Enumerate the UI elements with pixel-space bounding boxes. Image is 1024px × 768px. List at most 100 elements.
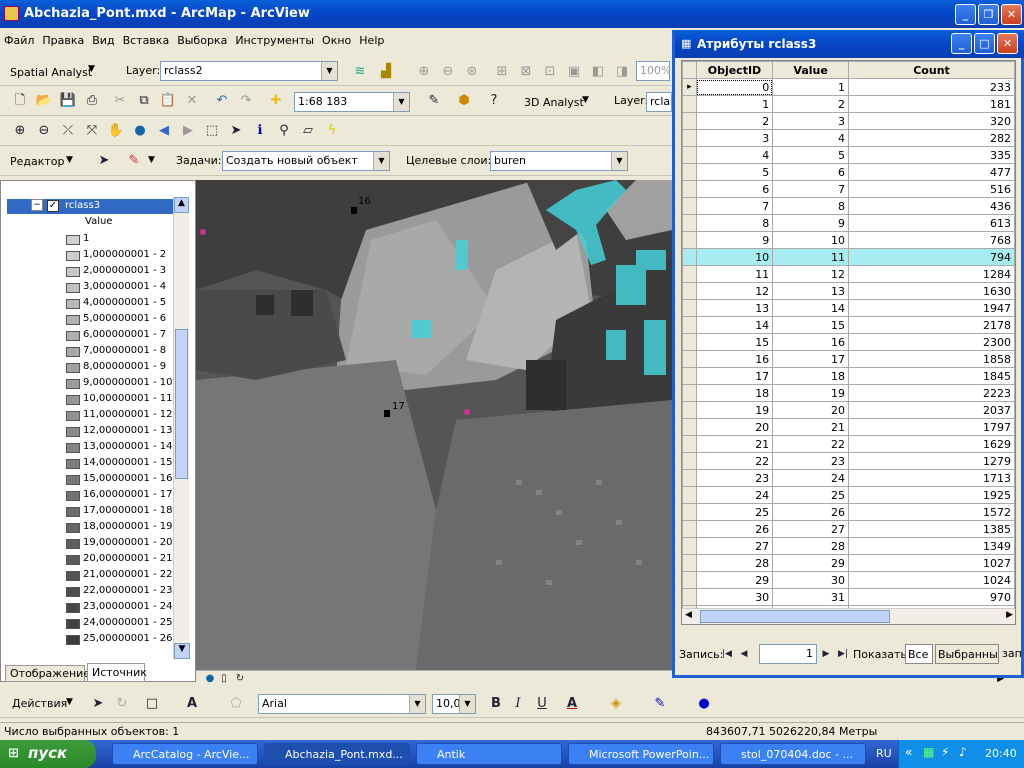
cell-value[interactable]: 16 bbox=[772, 333, 850, 351]
chevron-down-icon[interactable]: ▼ bbox=[88, 64, 95, 74]
cell-value[interactable]: 7 bbox=[772, 180, 850, 198]
dropdown-arrow-icon[interactable]: ▼ bbox=[393, 93, 409, 111]
cell-objectid[interactable]: 10 bbox=[695, 248, 774, 266]
cell-count[interactable]: 2037 bbox=[848, 401, 1015, 419]
scroll-up-icon[interactable]: ▲ bbox=[174, 197, 189, 213]
edit-vertices-icon[interactable]: ⬠ bbox=[226, 694, 246, 714]
cell-objectid[interactable]: 21 bbox=[695, 435, 774, 453]
table-row[interactable]: ▸ 0 1 233 bbox=[682, 78, 1015, 96]
cell-count[interactable]: 794 bbox=[848, 248, 1015, 266]
cell-count[interactable]: 233 bbox=[848, 78, 1015, 96]
cell-count[interactable]: 181 bbox=[848, 95, 1015, 113]
cell-value[interactable]: 5 bbox=[772, 146, 850, 164]
row-selector[interactable] bbox=[682, 452, 697, 470]
zoom-in-icon[interactable]: ⊕ bbox=[414, 62, 434, 82]
show-all-button[interactable]: Все bbox=[905, 644, 933, 664]
forward-icon[interactable]: ◨ bbox=[612, 62, 632, 82]
row-selector[interactable] bbox=[682, 299, 697, 317]
task-word-doc[interactable]: stol_070404.doc - ... bbox=[720, 743, 866, 765]
cell-count[interactable]: 335 bbox=[848, 146, 1015, 164]
scroll-thumb[interactable] bbox=[175, 329, 188, 479]
add-data-icon[interactable]: ✚ bbox=[266, 91, 286, 111]
row-selector[interactable] bbox=[682, 163, 697, 181]
font-size-select[interactable]: 10,0 ▼ bbox=[432, 694, 476, 714]
cell-count[interactable]: 516 bbox=[848, 180, 1015, 198]
cell-value[interactable]: 26 bbox=[772, 503, 850, 521]
underline-icon[interactable]: U bbox=[532, 694, 552, 714]
cell-count[interactable]: 436 bbox=[848, 197, 1015, 215]
chevron-down-icon[interactable]: ▼ bbox=[66, 155, 73, 165]
select-elements-icon[interactable]: ➤ bbox=[88, 694, 108, 714]
tab-display[interactable]: Отображение bbox=[5, 665, 90, 682]
forward-arrow-icon[interactable]: ▶ bbox=[178, 121, 198, 141]
cell-value[interactable]: 19 bbox=[772, 384, 850, 402]
table-row[interactable]: 11 12 1284 bbox=[682, 265, 1015, 283]
find-icon[interactable]: ⚲ bbox=[274, 121, 294, 141]
cell-count[interactable]: 1713 bbox=[848, 469, 1015, 487]
hyperlink-icon[interactable]: ϟ bbox=[322, 121, 342, 141]
delete-icon[interactable]: ✕ bbox=[182, 91, 202, 111]
new-document-icon[interactable]: 🗋 bbox=[10, 91, 30, 111]
collapse-icon[interactable]: − bbox=[31, 199, 43, 211]
row-selector[interactable] bbox=[682, 146, 697, 164]
attr-maximize-button[interactable]: □ bbox=[974, 33, 995, 54]
table-row[interactable]: 12 13 1630 bbox=[682, 282, 1015, 300]
table-row[interactable]: 20 21 1797 bbox=[682, 418, 1015, 436]
zoom-in-icon[interactable]: ⊕ bbox=[10, 121, 30, 141]
cell-objectid[interactable]: 4 bbox=[695, 146, 774, 164]
cell-count[interactable]: 1024 bbox=[848, 571, 1015, 589]
attr-minimize-button[interactable]: _ bbox=[951, 33, 972, 54]
table-row[interactable]: 22 23 1279 bbox=[682, 452, 1015, 470]
back-arrow-icon[interactable]: ◀ bbox=[154, 121, 174, 141]
scale-combo[interactable]: 1:68 183 ▼ bbox=[294, 92, 410, 112]
cell-count[interactable]: 1845 bbox=[848, 367, 1015, 385]
table-row[interactable]: 27 28 1349 bbox=[682, 537, 1015, 555]
print-icon[interactable]: ⎙ bbox=[82, 91, 102, 111]
edit-tool-icon[interactable]: ➤ bbox=[94, 151, 114, 171]
zoom-layer-icon[interactable]: ⊛ bbox=[462, 62, 482, 82]
spatial-analyst-menu[interactable]: Spatial Analyst bbox=[10, 66, 92, 79]
language-indicator[interactable]: RU bbox=[876, 747, 892, 760]
dropdown-arrow-icon[interactable]: ▼ bbox=[321, 62, 337, 80]
zoom-out-icon[interactable]: ⊖ bbox=[438, 62, 458, 82]
target-layer-select[interactable]: buren ▼ bbox=[490, 151, 628, 171]
cell-objectid[interactable]: 20 bbox=[695, 418, 774, 436]
cell-count[interactable]: 970 bbox=[848, 588, 1015, 606]
table-row[interactable]: 24 25 1925 bbox=[682, 486, 1015, 504]
save-icon[interactable]: 💾 bbox=[58, 91, 78, 111]
cell-value[interactable]: 30 bbox=[772, 571, 850, 589]
task-select[interactable]: Создать новый объект ▼ bbox=[222, 151, 390, 171]
dropdown-arrow-icon[interactable]: ▼ bbox=[459, 695, 475, 713]
row-selector[interactable] bbox=[682, 503, 697, 521]
scroll-left-icon[interactable]: ◀ bbox=[685, 610, 692, 620]
cell-objectid[interactable]: 6 bbox=[695, 180, 774, 198]
scroll-down-icon[interactable]: ▼ bbox=[174, 643, 190, 659]
row-selector[interactable] bbox=[682, 537, 697, 555]
chevron-down-icon[interactable]: ▼ bbox=[66, 697, 73, 707]
dropdown-arrow-icon[interactable]: ▼ bbox=[611, 152, 627, 170]
table-row[interactable]: 8 9 613 bbox=[682, 214, 1015, 232]
cell-value[interactable]: 21 bbox=[772, 418, 850, 436]
actions-menu[interactable]: Действия bbox=[12, 697, 67, 710]
back-icon[interactable]: ◧ bbox=[588, 62, 608, 82]
cell-value[interactable]: 18 bbox=[772, 367, 850, 385]
cell-value[interactable]: 6 bbox=[772, 163, 850, 181]
menu-help[interactable]: Help bbox=[355, 30, 388, 47]
rectangle-icon[interactable]: □ bbox=[142, 694, 162, 714]
next-record-icon[interactable]: ▶ bbox=[819, 644, 833, 664]
tab-source[interactable]: Источник bbox=[87, 663, 147, 682]
task-antik-folder[interactable]: Antik bbox=[416, 743, 562, 765]
menu-file[interactable]: Файл bbox=[0, 30, 38, 47]
cell-count[interactable]: 1925 bbox=[848, 486, 1015, 504]
table-row[interactable]: 9 10 768 bbox=[682, 231, 1015, 249]
toc-scrollbar[interactable]: ▲ ▼ bbox=[173, 197, 190, 659]
minimize-button[interactable]: _ bbox=[955, 4, 976, 25]
cell-value[interactable]: 17 bbox=[772, 350, 850, 368]
cell-count[interactable]: 320 bbox=[848, 112, 1015, 130]
cell-objectid[interactable]: 12 bbox=[695, 282, 774, 300]
row-selector[interactable] bbox=[682, 520, 697, 538]
task-arcmap[interactable]: Abchazia_Pont.mxd... bbox=[264, 743, 410, 765]
table-row[interactable]: 2 3 320 bbox=[682, 112, 1015, 130]
row-selector[interactable] bbox=[682, 350, 697, 368]
cell-value[interactable]: 31 bbox=[772, 588, 850, 606]
